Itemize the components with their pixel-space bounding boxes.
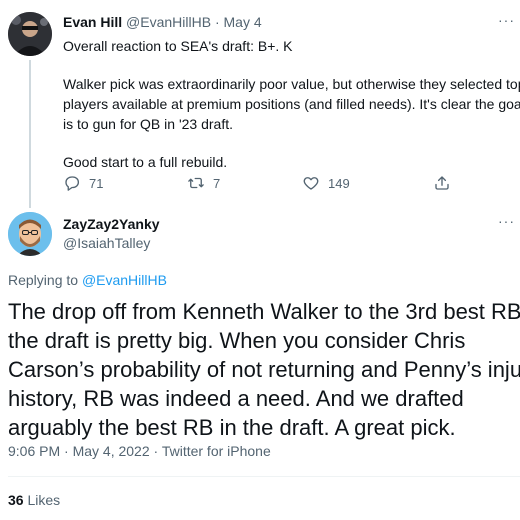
tweet-line: arguably the best RB in the draft. A gre… bbox=[8, 415, 456, 440]
tweet-line: history, RB was indeed a need. And we dr… bbox=[8, 386, 464, 411]
tweet-date[interactable]: · May 4 bbox=[215, 14, 262, 30]
divider bbox=[8, 476, 520, 477]
reply-author-handle[interactable]: @IsaiahTalley bbox=[63, 235, 150, 251]
retweet-button[interactable]: 7 bbox=[187, 174, 220, 192]
replying-to-label: Replying to bbox=[8, 272, 79, 288]
replying-to-handle-link[interactable]: @EvanHillHB bbox=[82, 272, 167, 288]
avatar-zayzay2yanky[interactable] bbox=[8, 212, 52, 256]
parent-tweet-header: Evan Hill @EvanHillHB · May 4 bbox=[63, 14, 262, 30]
tweet-line: The drop off from Kenneth Walker to the … bbox=[8, 299, 520, 324]
avatar-image bbox=[8, 212, 52, 256]
tweet-line: Carson’s probability of not returning an… bbox=[8, 357, 520, 382]
like-count: 149 bbox=[328, 175, 350, 191]
heart-icon bbox=[303, 177, 319, 190]
tweet-line: players available at premium positions (… bbox=[63, 96, 520, 112]
author-handle[interactable]: @EvanHillHB bbox=[126, 14, 211, 30]
retweet-icon bbox=[188, 177, 204, 189]
like-button[interactable]: 149 bbox=[302, 174, 350, 192]
likes-label: Likes bbox=[27, 492, 61, 508]
likes-count: 36 bbox=[8, 492, 24, 508]
share-button[interactable] bbox=[433, 174, 451, 192]
reply-button[interactable]: 71 bbox=[63, 174, 103, 192]
more-options-icon[interactable]: ··· bbox=[498, 12, 515, 28]
replying-to: Replying to @EvanHillHB bbox=[8, 272, 167, 288]
parent-tweet-text: Overall reaction to SEA's draft: B+. K W… bbox=[63, 36, 520, 172]
more-options-icon[interactable]: ··· bbox=[498, 213, 515, 229]
reply-tweet-text: The drop off from Kenneth Walker to the … bbox=[8, 297, 520, 442]
tweet-line: is to gun for QB in '23 draft. bbox=[63, 116, 233, 132]
avatar-image bbox=[8, 12, 52, 56]
share-icon bbox=[435, 176, 449, 190]
reply-icon bbox=[65, 176, 80, 191]
reply-author-name[interactable]: ZayZay2Yanky bbox=[63, 216, 160, 232]
avatar-evan-hill[interactable] bbox=[8, 12, 52, 56]
retweet-count: 7 bbox=[213, 175, 221, 191]
author-name[interactable]: Evan Hill bbox=[63, 14, 122, 30]
tweet-timestamp[interactable]: 9:06 PM · May 4, 2022 · Twitter for iPho… bbox=[8, 443, 271, 459]
tweet-line: Walker pick was extraordinarily poor val… bbox=[63, 76, 520, 92]
tweet-line: Overall reaction to SEA's draft: B+. K bbox=[63, 38, 293, 54]
thread-connector-line bbox=[29, 60, 31, 208]
tweet-line: the draft is pretty big. When you consid… bbox=[8, 328, 466, 353]
reply-count: 71 bbox=[89, 175, 104, 191]
tweet-line: Good start to a full rebuild. bbox=[63, 154, 228, 170]
likes-summary[interactable]: 36 Likes bbox=[8, 492, 60, 508]
